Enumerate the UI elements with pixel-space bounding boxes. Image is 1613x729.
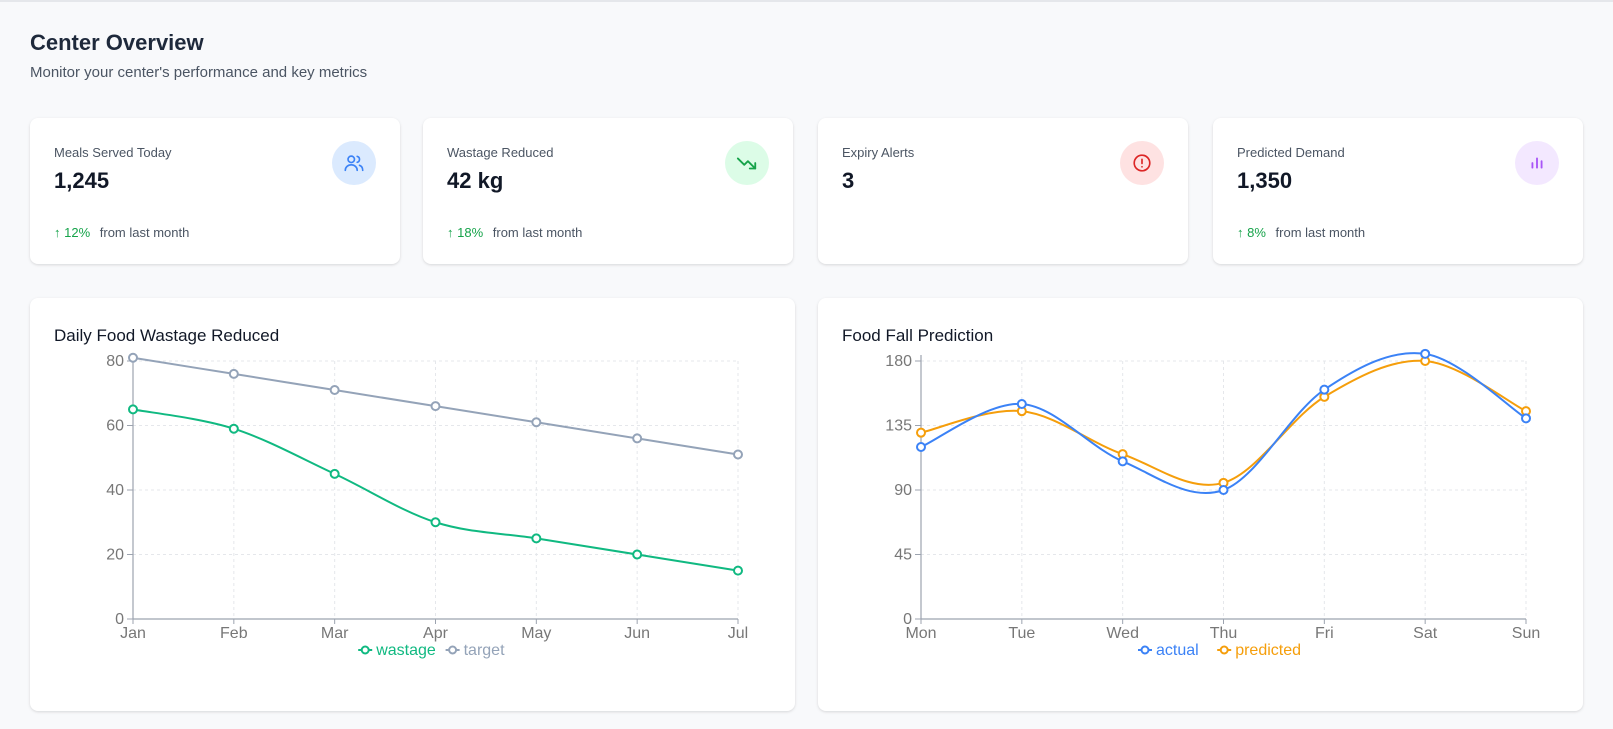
data-point[interactable] [329,385,340,396]
data-point[interactable] [1319,384,1330,395]
stat-card-meals-served: Meals Served Today 1,245 ↑ 12% from last… [30,118,400,264]
stat-value: 1,245 [54,168,110,193]
data-point[interactable] [632,433,643,444]
stat-value: 3 [842,168,855,193]
x-tick-label: Jun [624,625,650,642]
y-tick-label: 80 [106,353,124,370]
data-point[interactable] [128,352,138,363]
legend-label: predicted [1235,642,1301,659]
page-title: Center Overview [30,30,204,55]
x-tick-label: Wed [1106,625,1139,642]
data-point[interactable] [916,442,926,452]
legend-item-target[interactable]: target [445,642,505,659]
trend-percent: ↑ 18% [447,225,484,240]
stat-value: 1,350 [1237,168,1293,193]
stat-label: Wastage Reduced [447,145,554,160]
data-point[interactable] [733,565,743,576]
x-tick-label: Tue [1008,625,1035,642]
x-tick-label: Sun [1512,625,1540,642]
page-header: Center Overview Monitor your center's pe… [30,30,367,81]
chart-legend: wastage target [358,642,505,659]
trend-percent: ↑ 8% [1237,225,1266,240]
trend-text: from last month [1275,225,1366,240]
data-point[interactable] [531,533,542,544]
legend-item-predicted[interactable]: predicted [1217,642,1301,659]
data-point[interactable] [329,468,340,479]
prediction-chart-card: Food Fall Prediction 0 45 90 135 180 Mon Tue We… [818,298,1583,711]
legend-dot-marker [1140,645,1150,655]
wastage-chart-card: Daily Food Wastage Reduced 0 20 40 60 80 Jan F… [30,298,795,711]
y-tick-label: 180 [885,353,912,370]
trending-down-icon [725,141,769,185]
top-border [0,0,1613,2]
bar-chart-icon [1515,141,1559,185]
y-tick-label: 90 [894,482,912,499]
x-tick-label: Mon [905,625,936,642]
stat-label: Meals Served Today [54,145,172,160]
x-tick-label: Mar [321,625,349,642]
stat-card-predicted-demand: Predicted Demand 1,350 ↑ 8% from last mo… [1213,118,1583,264]
data-point[interactable] [733,449,743,460]
legend-item-actual[interactable]: actual [1138,642,1199,659]
wastage-line-chart: 020406080Jan Feb Mar Apr May Jun Julwastage tar… [106,352,748,659]
prediction-line-chart: 04590135180Mon Tue Wed Thu Fri Sat Sunactual pr… [885,348,1540,659]
data-point[interactable] [531,417,542,428]
x-tick-label: May [521,625,551,642]
stat-label: Predicted Demand [1237,145,1345,160]
x-tick-label: Sat [1413,625,1438,642]
legend-label: actual [1156,642,1199,659]
legend-label: target [464,642,505,659]
data-point[interactable] [430,517,441,528]
legend-item-wastage[interactable]: wastage [358,642,436,659]
x-tick-label: Fri [1315,625,1334,642]
data-point[interactable] [228,368,239,379]
data-point[interactable] [916,427,926,438]
trend-text: from last month [99,225,190,240]
users-icon [332,141,376,185]
y-tick-label: 60 [106,418,124,435]
x-tick-label: Apr [423,625,449,642]
x-tick-label: Jan [120,625,146,642]
data-point[interactable] [228,423,239,434]
x-tick-label: Feb [220,625,248,642]
chart-legend: actual predicted [1138,642,1301,659]
x-tick-label: Thu [1210,625,1238,642]
data-point[interactable] [1420,348,1431,359]
stat-trend: ↑ 18% from last month [447,225,582,240]
data-point[interactable] [430,401,441,412]
y-tick-label: 45 [894,547,912,564]
page-subtitle: Monitor your center's performance and ke… [30,64,368,81]
stat-label: Expiry Alerts [842,145,915,160]
stat-card-expiry-alerts: Expiry Alerts 3 [818,118,1188,264]
data-point[interactable] [1117,456,1128,467]
stat-trend: ↑ 8% from last month [1237,225,1365,240]
stat-card-wastage-reduced: Wastage Reduced 42 kg ↑ 18% from last mo… [423,118,793,264]
data-point[interactable] [1016,399,1027,409]
alert-circle-icon [1120,141,1164,185]
stat-value: 42 kg [447,168,504,193]
legend-dot-marker [360,645,370,655]
data-point[interactable] [128,404,138,415]
legend-dot-marker [448,645,458,655]
trend-percent: ↑ 12% [54,225,91,240]
data-point[interactable] [1521,413,1531,424]
chart-grid [133,360,739,619]
data-point[interactable] [1218,485,1229,495]
data-point[interactable] [632,549,643,560]
stat-trend: ↑ 12% from last month [54,225,189,240]
y-tick-label: 20 [106,547,124,564]
y-tick-label: 135 [885,418,912,435]
trend-text: from last month [492,225,583,240]
legend-label: wastage [375,642,436,659]
y-tick-label: 40 [106,482,124,499]
x-tick-label: Jul [728,625,748,642]
legend-dot-marker [1219,645,1229,655]
